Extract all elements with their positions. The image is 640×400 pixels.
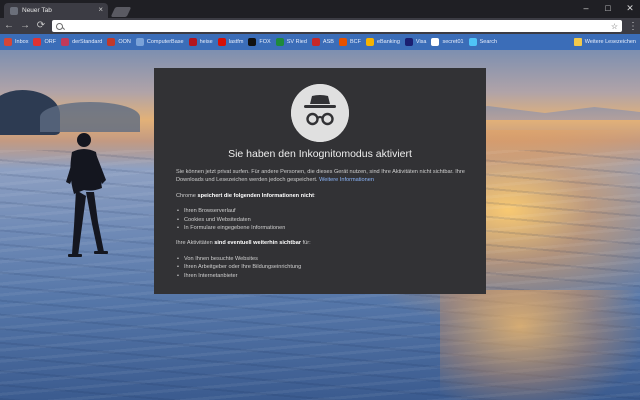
page-title: Sie haben den Inkognitomodus aktiviert <box>228 148 412 160</box>
bookmark-label: derStandard <box>72 39 103 45</box>
not-saved-prefix: Chrome <box>176 192 196 199</box>
window-controls: – □ ✕ <box>580 2 636 14</box>
incognito-tab-icon <box>10 6 18 15</box>
ebanking-favicon-icon <box>365 38 374 46</box>
intro-paragraph: Sie können jetzt privat surfen. Für ande… <box>176 168 466 185</box>
bookmark-label: OON <box>118 39 131 45</box>
tab-new-tab[interactable]: Neuer Tab × <box>4 3 108 18</box>
omnibox[interactable]: ☆ <box>52 20 622 32</box>
bookmark-label: Inbox <box>15 39 29 45</box>
incognito-info: Sie können jetzt privat surfen. Für ande… <box>176 168 466 287</box>
search-icon <box>56 22 63 30</box>
skater-silhouette <box>66 133 108 257</box>
not-saved-suffix: : <box>314 192 316 199</box>
bookmark-item[interactable]: ComputerBase <box>135 38 184 46</box>
bookmark-folder-label: Weitere Lesezeichen <box>584 39 636 45</box>
bookmark-label: ASB <box>322 39 334 45</box>
bookmark-label: SV Ried <box>286 39 307 45</box>
bookmark-item[interactable]: lastfm <box>217 38 244 46</box>
oon-favicon-icon <box>107 38 116 46</box>
bookmark-item[interactable]: Visa <box>404 38 427 46</box>
bookmark-label: FOX <box>259 39 271 45</box>
visible-list: Von Ihnen besuchte Websites Ihren Arbeit… <box>176 255 466 281</box>
incognito-spy-icon <box>291 84 349 142</box>
bookmark-label: secret01 <box>442 39 464 45</box>
list-item: Von Ihnen besuchte Websites <box>176 255 466 264</box>
bookmark-item[interactable]: ORF <box>33 38 56 46</box>
bookmark-item[interactable]: ASB <box>311 38 334 46</box>
bookmark-label: Search <box>479 39 498 45</box>
list-item: Cookies und Websitedaten <box>176 216 466 225</box>
not-saved-bold: speichert die folgenden Informationen ni… <box>197 192 315 199</box>
sun-reflection <box>440 290 640 400</box>
bookmark-item[interactable]: derStandard <box>61 38 102 46</box>
tab-close-icon[interactable]: × <box>98 5 103 15</box>
minimize-button[interactable]: – <box>580 2 592 14</box>
list-item: Ihren Internetanbieter <box>176 272 466 281</box>
new-tab-button[interactable] <box>110 7 132 17</box>
bookmark-label: lastfm <box>228 39 244 45</box>
bookmarks-bar: Inbox ORF derStandard OON ComputerBase h… <box>0 34 640 50</box>
list-item: Ihren Browserverlauf <box>176 207 466 216</box>
not-saved-heading: Chrome speichert die folgenden Informati… <box>176 192 466 200</box>
svried-favicon-icon <box>275 38 284 46</box>
heise-favicon-icon <box>188 38 197 46</box>
bookmark-label: ComputerBase <box>146 39 184 45</box>
fox-favicon-icon <box>248 38 257 46</box>
list-item: In Formulare eingegebene Informationen <box>176 224 466 233</box>
bookmark-item[interactable]: secret01 <box>431 38 464 46</box>
bookmark-label: heise <box>199 39 213 45</box>
bookmark-item[interactable]: Inbox <box>4 38 28 46</box>
visible-suffix: für: <box>302 240 311 247</box>
computerbase-favicon-icon <box>135 38 144 46</box>
back-button[interactable]: ← <box>4 19 14 33</box>
visible-prefix: Ihre Aktivitäten <box>176 240 213 247</box>
visible-heading: Ihre Aktivitäten sind eventuell weiterhi… <box>176 239 466 247</box>
menu-button[interactable]: ⋮ <box>628 21 638 32</box>
bookmark-item[interactable]: OON <box>107 38 131 46</box>
bookmark-item[interactable]: eBanking <box>365 38 400 46</box>
maximize-button[interactable]: □ <box>602 2 614 14</box>
folder-icon <box>573 38 582 46</box>
search-favicon-icon <box>468 38 477 46</box>
other-bookmarks-folder[interactable]: Weitere Lesezeichen <box>573 38 636 46</box>
bookmark-item[interactable]: SV Ried <box>275 38 307 46</box>
secret-favicon-icon <box>431 38 440 46</box>
derstandard-favicon-icon <box>61 38 70 46</box>
visible-bold: sind eventuell weiterhin sichtbar <box>214 240 301 247</box>
orf-favicon-icon <box>33 38 42 46</box>
tab-title: Neuer Tab <box>22 7 52 14</box>
close-window-button[interactable]: ✕ <box>624 2 636 14</box>
asb-favicon-icon <box>311 38 320 46</box>
bookmark-item[interactable]: Search <box>468 38 498 46</box>
browser-toolbar: ← → ⟳ ☆ ⋮ <box>0 18 640 34</box>
lastfm-favicon-icon <box>217 38 226 46</box>
shoreline <box>40 102 140 132</box>
address-input[interactable] <box>67 22 607 30</box>
not-saved-list: Ihren Browserverlauf Cookies und Website… <box>176 207 466 233</box>
bookmark-label: ORF <box>44 39 57 45</box>
bookmark-label: eBanking <box>376 39 400 45</box>
reload-button[interactable]: ⟳ <box>36 19 46 33</box>
visa-favicon-icon <box>404 38 413 46</box>
tab-strip: Neuer Tab × – □ ✕ <box>0 0 640 18</box>
bookmark-item[interactable]: heise <box>188 38 213 46</box>
bookmark-label: BCF <box>349 39 361 45</box>
bookmark-item[interactable]: BCF <box>338 38 361 46</box>
bookmark-label: Visa <box>415 39 427 45</box>
incognito-card: Sie haben den Inkognitomodus aktiviert S… <box>154 68 486 294</box>
inbox-favicon-icon <box>4 38 12 46</box>
learn-more-link[interactable]: Weitere Informationen <box>319 177 374 183</box>
forward-button[interactable]: → <box>20 19 30 33</box>
bookmark-star-icon[interactable]: ☆ <box>611 22 618 31</box>
list-item: Ihren Arbeitgeber oder Ihre Bildungseinr… <box>176 263 466 272</box>
bookmark-item[interactable]: FOX <box>248 38 271 46</box>
bcf-favicon-icon <box>338 38 347 46</box>
